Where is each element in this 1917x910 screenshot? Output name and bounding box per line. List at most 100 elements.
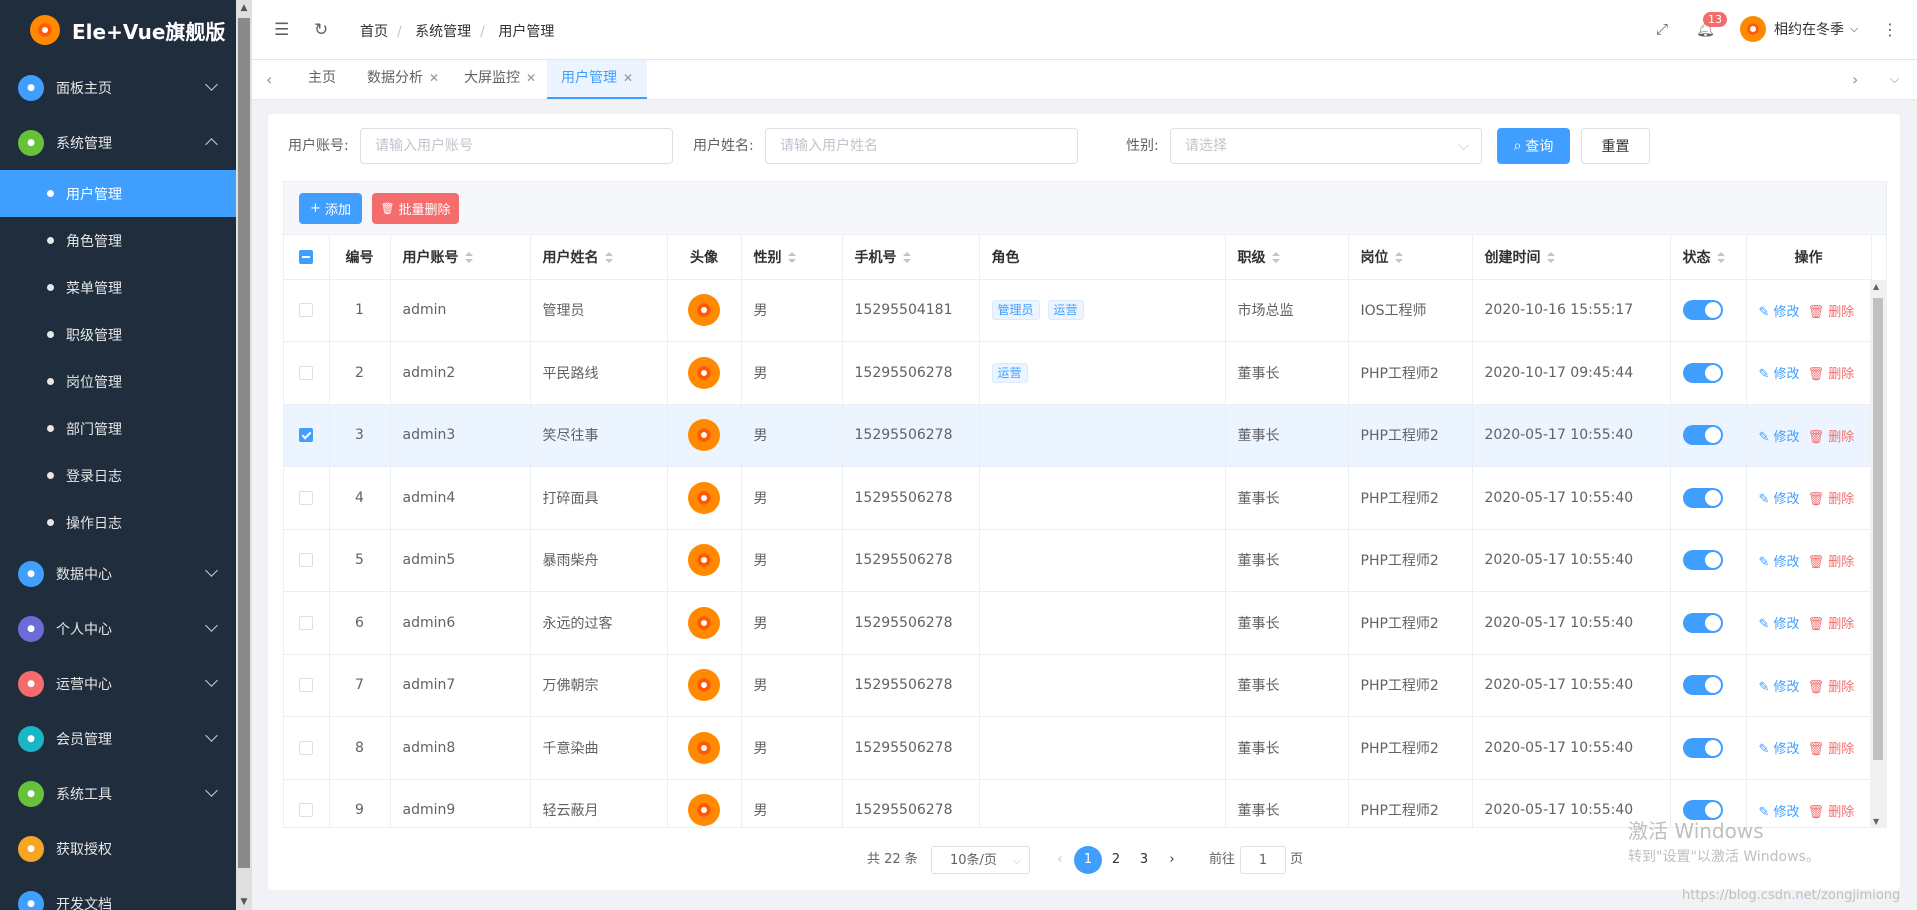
table-row[interactable]: 7 admin7 万佛朝宗 男 15295506278 董事长 PHP工程师2 2020-05… xyxy=(284,654,1872,717)
table-row[interactable]: 2 admin2 平民路线 男 15295506278 运营 董事长 PHP工程师2 2020-… xyxy=(284,341,1872,405)
refresh-icon[interactable]: ↻ xyxy=(314,20,328,40)
sidebar-item-member[interactable]: ● 会员管理 xyxy=(0,711,236,766)
status-toggle[interactable] xyxy=(1682,425,1723,446)
table-row[interactable]: 6 admin6 永远的过客 男 15295506278 董事长 PHP工程师2 2020-0… xyxy=(284,591,1872,655)
sort-icon[interactable] xyxy=(1546,251,1555,264)
sidebar-subitem[interactable]: 部门管理 xyxy=(0,405,236,452)
table-row[interactable]: 3 admin3 笑尽往事 男 15295506278 董事长 PHP工程师2 2020-05… xyxy=(284,404,1872,467)
sidebar-item-operations[interactable]: ● 运营中心 xyxy=(0,656,236,711)
page-number[interactable]: 3 xyxy=(1130,846,1158,874)
sidebar-scrollbar[interactable]: ▲ ▼ xyxy=(236,0,252,910)
account-input[interactable]: 请输入用户账号 xyxy=(360,128,673,164)
sidebar-item-tools[interactable]: ● 系统工具 xyxy=(0,766,236,821)
sidebar-subitem[interactable]: 岗位管理 xyxy=(0,358,236,405)
sidebar-item-gear[interactable]: ● 系统管理 xyxy=(0,115,236,170)
tab-user-management[interactable]: 用户管理 ✕ xyxy=(547,60,648,99)
table-row[interactable]: 4 admin4 打碎面具 男 15295506278 董事长 PHP工程师2 2020-05… xyxy=(284,466,1872,530)
sidebar-subitem[interactable]: 用户管理 xyxy=(0,170,236,217)
column-header[interactable]: 创建时间 xyxy=(1472,235,1671,280)
table-row[interactable]: 1 admin 管理员男 15295504181 管理员 运营 市场总监 IOS工程师 2020… xyxy=(284,279,1872,342)
sidebar-item-database[interactable]: ● 数据中心 xyxy=(0,546,236,601)
sort-icon[interactable] xyxy=(1394,251,1403,264)
sidebar-item-license[interactable]: ● 获取授权 xyxy=(0,821,236,876)
column-header[interactable]: 岗位 xyxy=(1348,235,1473,280)
sidebar-subitem[interactable]: 角色管理 xyxy=(0,217,236,264)
sidebar-item-docs[interactable]: ● 开发文档 xyxy=(0,876,236,910)
row-checkbox[interactable] xyxy=(299,678,314,693)
status-toggle[interactable] xyxy=(1682,737,1723,758)
delete-button[interactable]: 🗑︎ 删除 xyxy=(1808,617,1855,632)
edit-button[interactable]: ✎ 修改 xyxy=(1759,367,1800,382)
tab-analysis[interactable]: 数据分析 ✕ xyxy=(353,60,453,99)
sidebar-item-home[interactable]: ● 面板主页 xyxy=(0,60,236,115)
tab-home[interactable]: 主页 xyxy=(294,60,350,99)
sidebar-subitem[interactable]: 登录日志 xyxy=(0,452,236,499)
prev-page-icon[interactable]: ‹ xyxy=(1046,846,1074,874)
scrollbar-thumb[interactable] xyxy=(238,18,250,868)
search-button[interactable]: ⌕ 查询 xyxy=(1497,128,1570,164)
sidebar-subitem[interactable]: 菜单管理 xyxy=(0,264,236,311)
breadcrumb-item[interactable]: 首页 xyxy=(360,24,388,40)
column-header[interactable]: 用户账号 xyxy=(390,235,531,280)
row-checkbox[interactable] xyxy=(299,365,314,380)
page-number[interactable]: 2 xyxy=(1102,846,1130,874)
sidebar-subitem[interactable]: 操作日志 xyxy=(0,499,236,546)
column-header[interactable]: 职级 xyxy=(1225,235,1349,280)
tabs-menu-chevron-icon[interactable]: ⌵ xyxy=(1890,72,1899,87)
status-toggle[interactable] xyxy=(1682,300,1723,321)
scroll-up-icon[interactable]: ▲ xyxy=(1873,282,1879,291)
column-header[interactable]: 性别 xyxy=(741,235,843,280)
close-icon[interactable]: ✕ xyxy=(623,71,633,85)
select-all-checkbox[interactable] xyxy=(299,249,314,264)
batch-delete-button[interactable]: 🗑︎ 批量删除 xyxy=(372,193,459,224)
sidebar-item-user[interactable]: ● 个人中心 xyxy=(0,601,236,656)
sort-icon[interactable] xyxy=(902,251,911,264)
edit-button[interactable]: ✎ 修改 xyxy=(1759,492,1800,507)
scroll-down-icon[interactable]: ▼ xyxy=(236,894,252,910)
column-header[interactable]: 状态 xyxy=(1670,235,1747,280)
close-icon[interactable]: ✕ xyxy=(526,71,536,85)
sort-icon[interactable] xyxy=(604,251,613,264)
column-header[interactable]: 用户姓名 xyxy=(530,235,668,280)
sort-icon[interactable] xyxy=(464,251,473,264)
add-button[interactable]: + 添加 xyxy=(299,193,362,224)
edit-button[interactable]: ✎ 修改 xyxy=(1759,305,1800,320)
delete-button[interactable]: 🗑︎ 删除 xyxy=(1808,680,1855,695)
delete-button[interactable]: 🗑︎ 删除 xyxy=(1808,367,1855,382)
row-checkbox[interactable] xyxy=(299,615,314,630)
edit-button[interactable]: ✎ 修改 xyxy=(1759,430,1800,445)
status-toggle[interactable] xyxy=(1682,550,1723,571)
edit-button[interactable]: ✎ 修改 xyxy=(1759,680,1800,695)
sort-icon[interactable] xyxy=(787,251,796,264)
next-page-icon[interactable]: › xyxy=(1158,846,1186,874)
collapse-menu-icon[interactable]: ☰ xyxy=(274,20,289,40)
edit-button[interactable]: ✎ 修改 xyxy=(1759,617,1800,632)
scrollbar-thumb[interactable] xyxy=(1873,298,1883,760)
tabs-scroll-left-icon[interactable]: ‹ xyxy=(266,70,272,89)
row-checkbox[interactable] xyxy=(299,490,314,505)
page-size-select[interactable]: 10条/页 ⌵ xyxy=(931,846,1030,874)
row-checkbox[interactable] xyxy=(299,740,314,755)
status-toggle[interactable] xyxy=(1682,612,1723,633)
sort-icon[interactable] xyxy=(1271,251,1280,264)
more-vertical-icon[interactable]: ⋮ xyxy=(1882,20,1898,39)
gender-select[interactable]: 请选择 ⌵ xyxy=(1170,128,1482,164)
table-row[interactable]: 8 admin8 千意染曲 男 15295506278 董事长 PHP工程师2 2020-05… xyxy=(284,716,1872,780)
breadcrumb-item[interactable]: 系统管理 xyxy=(415,24,471,40)
table-scrollbar[interactable]: ▲ ▼ xyxy=(1870,280,1886,828)
page-number-active[interactable]: 1 xyxy=(1074,846,1102,874)
edit-button[interactable]: ✎ 修改 xyxy=(1759,742,1800,757)
sort-icon[interactable] xyxy=(1716,251,1725,264)
column-header[interactable]: 手机号 xyxy=(842,235,980,280)
edit-button[interactable]: ✎ 修改 xyxy=(1759,555,1800,570)
delete-button[interactable]: 🗑︎ 删除 xyxy=(1808,742,1855,757)
sidebar-subitem[interactable]: 职级管理 xyxy=(0,311,236,358)
name-input[interactable]: 请输入用户姓名 xyxy=(765,128,1078,164)
reset-button[interactable]: 重置 xyxy=(1581,128,1650,164)
fullscreen-icon[interactable]: ⤢ xyxy=(1656,20,1668,38)
row-checkbox[interactable] xyxy=(299,553,314,568)
table-row[interactable]: 5 admin5 暴雨柴舟 男 15295506278 董事长 PHP工程师2 2020-05… xyxy=(284,529,1872,592)
scroll-up-icon[interactable]: ▲ xyxy=(236,0,252,16)
status-toggle[interactable] xyxy=(1682,362,1723,383)
status-toggle[interactable] xyxy=(1682,487,1723,508)
